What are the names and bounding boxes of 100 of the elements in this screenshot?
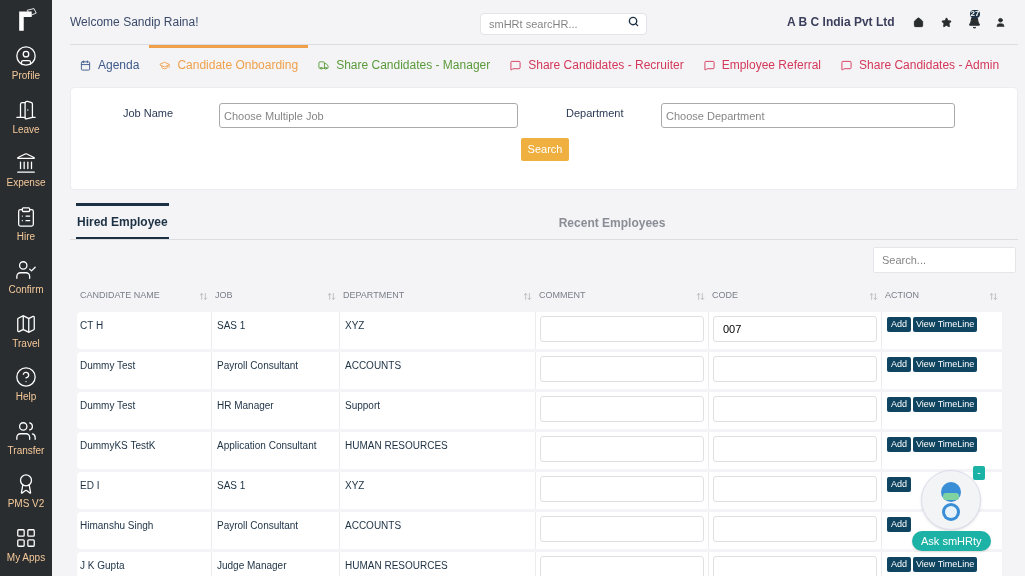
apps-grid-icon: [15, 526, 37, 549]
sidebar-item[interactable]: Help: [15, 362, 37, 416]
table-cell: Judge Manager: [212, 552, 340, 576]
user-icon[interactable]: [994, 16, 1006, 28]
job-name-label: Job Name: [123, 106, 175, 121]
comment-input-field[interactable]: [540, 436, 704, 462]
comment-input-field[interactable]: [540, 556, 704, 576]
comment-input-field[interactable]: [540, 356, 704, 382]
add-button[interactable]: Add: [887, 517, 911, 532]
notification-badge: 27: [969, 9, 981, 18]
table-cell: CT H: [77, 312, 212, 349]
column-header[interactable]: COMMENT: [539, 289, 586, 303]
table-cell: HUMAN RESOURCES: [340, 432, 536, 469]
add-button[interactable]: Add: [887, 557, 911, 572]
nav-tab[interactable]: Agenda: [70, 45, 150, 82]
sort-icon[interactable]: [327, 291, 336, 301]
view-timeline-button[interactable]: View TimeLine: [913, 557, 978, 572]
sidebar-item[interactable]: Confirm: [8, 255, 44, 309]
code-input-field[interactable]: [713, 556, 877, 576]
calendar-icon: [80, 59, 91, 71]
nav-tab[interactable]: Share Candidates - Admin: [831, 45, 1010, 82]
code-input-field[interactable]: [713, 356, 877, 382]
table-cell: Himanshu Singh: [77, 512, 212, 549]
table-cell: ACCOUNTS: [340, 352, 536, 389]
sidebar-item[interactable]: Hire: [15, 201, 37, 255]
table-cell: Application Consultant: [212, 432, 340, 469]
view-timeline-button[interactable]: View TimeLine: [913, 437, 978, 452]
sidebar-item[interactable]: Expense: [6, 148, 46, 202]
welcome-text: Welcome Sandip Raina!: [70, 14, 200, 31]
bank-icon: [15, 152, 37, 174]
add-button[interactable]: Add: [887, 317, 911, 332]
bell-icon[interactable]: [967, 15, 981, 29]
tab-label: Employee Referral: [721, 57, 822, 74]
table-cell: Payroll Consultant: [212, 512, 340, 549]
comment-input-field[interactable]: [540, 316, 704, 342]
sort-icon[interactable]: [869, 291, 878, 301]
star-icon[interactable]: [940, 16, 952, 28]
sidebar-item[interactable]: Transfer: [7, 415, 45, 469]
column-header[interactable]: CODE: [712, 289, 738, 303]
table-cell: HUMAN RESOURCES: [340, 552, 536, 576]
column-header[interactable]: JOB: [215, 289, 233, 303]
view-timeline-button[interactable]: View TimeLine: [913, 397, 978, 412]
column-header[interactable]: ACTION: [885, 289, 919, 303]
tab-label: Share Candidates - Manager: [336, 57, 491, 74]
comment-input-field[interactable]: [540, 476, 704, 502]
view-timeline-button[interactable]: View TimeLine: [913, 317, 978, 332]
code-input-field[interactable]: [713, 516, 877, 542]
code-input-field[interactable]: [713, 436, 877, 462]
table-cell: XYZ: [340, 472, 536, 509]
sidebar-item[interactable]: Travel: [12, 308, 40, 362]
nav-tab[interactable]: Share Candidates - Recruiter: [500, 45, 694, 82]
table-cell: SAS 1: [212, 472, 340, 509]
graduation-cap-icon: [159, 59, 171, 71]
truck-icon: [318, 59, 330, 71]
table-cell: Support: [340, 392, 536, 429]
column-header[interactable]: DEPARTMENT: [343, 289, 405, 303]
column-header[interactable]: CANDIDATE NAME: [80, 289, 160, 303]
table-cell: XYZ: [340, 312, 536, 349]
sidebar-item[interactable]: Profile: [11, 41, 41, 95]
code-input-field[interactable]: 007: [713, 316, 877, 342]
table-cell: Dummy Test: [77, 352, 212, 389]
add-button[interactable]: Add: [887, 357, 911, 372]
table-cell: SAS 1: [212, 312, 340, 349]
table-cell: ACCOUNTS: [340, 512, 536, 549]
sort-icon[interactable]: [523, 291, 532, 301]
tab-label: Agenda: [98, 57, 140, 74]
sidebar-item[interactable]: Leave: [12, 94, 40, 148]
view-timeline-button[interactable]: View TimeLine: [913, 357, 978, 372]
search-field[interactable]: smHRt searcHR...: [480, 13, 647, 35]
sort-icon[interactable]: [199, 291, 208, 301]
code-input-field[interactable]: [713, 396, 877, 422]
sort-icon[interactable]: [989, 291, 998, 301]
code-input-field[interactable]: [713, 476, 877, 502]
department-input-field[interactable]: Choose Department: [661, 103, 955, 128]
home-icon[interactable]: [912, 16, 924, 28]
search-icon[interactable]: [628, 16, 639, 27]
tab-label: Candidate Onboarding: [177, 57, 299, 74]
table-cell: DummyKS TestK: [77, 432, 212, 469]
sort-icon[interactable]: [696, 291, 705, 301]
add-button[interactable]: Add: [887, 477, 911, 492]
comment-input-field[interactable]: [540, 396, 704, 422]
table-search-field[interactable]: Search...: [873, 247, 1016, 273]
nav-tab[interactable]: Employee Referral: [693, 45, 832, 82]
sub-tab[interactable]: Hired Employee: [76, 203, 169, 239]
help-icon: [15, 366, 37, 388]
door-icon: [15, 98, 37, 121]
sidebar-item[interactable]: My Apps: [6, 522, 46, 576]
company-name: A B C India Pvt Ltd: [787, 14, 895, 31]
table-cell: HR Manager: [212, 392, 340, 429]
comment-input-field[interactable]: [540, 516, 704, 542]
user-check-icon: [15, 259, 37, 281]
add-button[interactable]: Add: [887, 397, 911, 412]
user-circle-icon: [15, 45, 37, 67]
job-input-field[interactable]: Choose Multiple Job: [219, 103, 518, 128]
add-button[interactable]: Add: [887, 437, 911, 452]
tab-label: Share Candidates - Admin: [859, 57, 1000, 74]
table-cell: J K Gupta: [77, 552, 212, 576]
sidebar-item[interactable]: PMS V2: [7, 469, 45, 523]
chat-icon: [703, 59, 715, 71]
users-icon: [15, 419, 37, 442]
